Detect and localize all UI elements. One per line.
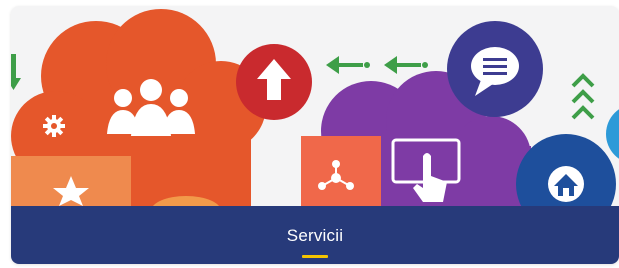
label-underline-accent — [302, 255, 328, 258]
light-blue-circle — [606, 109, 619, 159]
arrow-up-icon — [236, 44, 312, 120]
arrow-left-icon — [326, 56, 428, 74]
home-icon — [516, 134, 616, 206]
network-nodes-icon — [301, 136, 381, 206]
services-illustration — [11, 9, 619, 206]
chat-bubble-icon — [447, 21, 543, 117]
double-chevron-up-icon — [571, 73, 595, 120]
services-caption-bar[interactable]: Servicii — [11, 206, 619, 264]
services-banner-card[interactable]: Servicii — [11, 6, 619, 264]
gear-icon — [43, 115, 65, 137]
services-label[interactable]: Servicii — [11, 226, 619, 246]
arrow-down-icon — [11, 54, 21, 90]
